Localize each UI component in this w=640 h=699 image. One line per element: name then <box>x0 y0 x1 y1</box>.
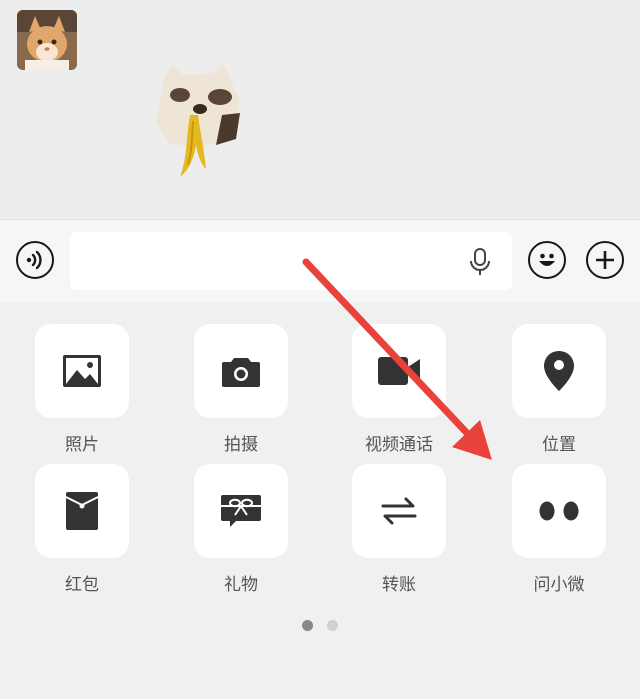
photo-label: 照片 <box>65 435 99 455</box>
transfer-icon <box>381 497 417 525</box>
emoji-button[interactable] <box>528 241 566 279</box>
gift-icon <box>221 495 261 527</box>
emoji-icon <box>539 253 555 266</box>
transfer-button[interactable] <box>352 464 446 558</box>
page-indicator <box>0 620 640 632</box>
camera-button[interactable] <box>194 324 288 418</box>
camera-label: 拍摄 <box>224 435 258 455</box>
photo-icon <box>63 355 101 387</box>
cat-avatar-image <box>17 10 77 70</box>
red-packet-label: 红包 <box>65 575 99 595</box>
gift-button[interactable] <box>194 464 288 558</box>
avatar[interactable] <box>17 10 77 70</box>
input-bar <box>0 219 640 303</box>
plus-icon <box>596 251 614 269</box>
red-packet-button[interactable] <box>35 464 129 558</box>
more-actions-panel: 照片 拍摄 视频通话 位置 红包 礼物 转账 问小微 <box>0 302 640 699</box>
voice-button[interactable] <box>16 241 54 279</box>
mic-icon <box>470 248 490 275</box>
photo-button[interactable] <box>35 324 129 418</box>
more-button[interactable] <box>586 241 624 279</box>
location-button[interactable] <box>512 324 606 418</box>
cat-sticker-image <box>156 63 240 177</box>
page-dot[interactable] <box>327 620 338 631</box>
camera-icon <box>222 358 260 387</box>
video-call-button[interactable] <box>352 324 446 418</box>
sticker-message[interactable] <box>150 63 250 185</box>
voice-icon <box>26 250 42 270</box>
video-call-icon <box>378 357 420 385</box>
message-input[interactable] <box>70 232 512 290</box>
mic-button[interactable] <box>468 247 492 277</box>
video-call-label: 视频通话 <box>365 435 433 455</box>
ask-xiaowei-icon <box>539 501 579 521</box>
ask-xiaowei-button[interactable] <box>512 464 606 558</box>
gift-label: 礼物 <box>224 575 258 595</box>
location-icon <box>544 351 574 391</box>
page-dot-active[interactable] <box>302 620 313 631</box>
location-label: 位置 <box>542 435 576 455</box>
ask-xiaowei-label: 问小微 <box>533 575 585 595</box>
transfer-label: 转账 <box>382 575 416 595</box>
red-packet-icon <box>65 492 99 530</box>
chat-area <box>0 0 640 219</box>
